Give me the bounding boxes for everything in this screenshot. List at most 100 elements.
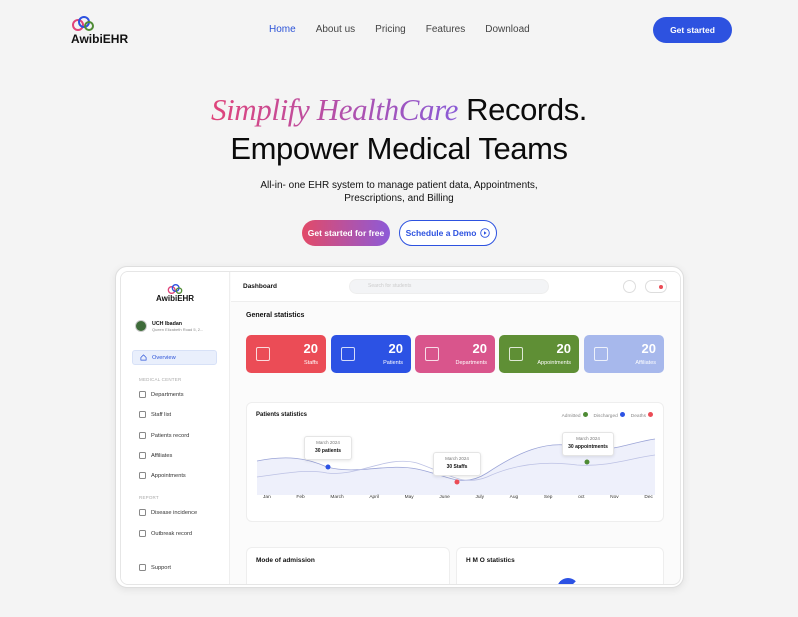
hero-subtitle-line1: All-in- one EHR system to manage patient… [260, 180, 538, 191]
month-label: Nov [610, 495, 619, 500]
stat-label: Staffs [304, 360, 318, 366]
chart-icon [139, 509, 146, 516]
sidebar-item-outbreak-record[interactable]: Outbreak record [132, 526, 217, 541]
get-started-free-button[interactable]: Get started for free [302, 220, 390, 246]
sidebar-item-affiliates[interactable]: Affiliates [132, 448, 217, 463]
sidebar-item-label: Staff list [151, 411, 172, 418]
month-label: May [404, 495, 414, 500]
support-icon [139, 564, 146, 571]
brand-logo[interactable]: AwibiEHR [71, 16, 128, 46]
appointments-icon [139, 472, 146, 479]
nav-link-features[interactable]: Features [426, 24, 465, 35]
month-label: March [330, 495, 344, 500]
nav-link-pricing[interactable]: Pricing [375, 24, 406, 35]
sidebar-item-overview[interactable]: Overview [132, 350, 217, 365]
hero-title-highlight: Simplify HealthCare [210, 92, 458, 127]
section-medical-center: MEDICAL CENTER [139, 377, 182, 382]
month-label: April [369, 495, 379, 500]
stat-value: 20 [556, 341, 571, 356]
schedule-demo-button[interactable]: Schedule a Demo [399, 220, 497, 246]
stat-card-patients[interactable]: 20 Patients [331, 335, 411, 373]
search-input[interactable]: Search for students [349, 279, 549, 294]
sidebar-item-label: Appointments [151, 472, 186, 479]
dashboard-sidebar: AwibiEHR UCH Ibadan Queen Elizabeth Road … [121, 272, 230, 584]
tooltip-date: March 2024 [445, 456, 469, 461]
nav-link-home[interactable]: Home [269, 24, 296, 35]
card-icon [425, 347, 439, 361]
stat-card-affiliates[interactable]: 20 Affiliates [584, 335, 664, 373]
mode-of-admission-title: Mode of admission [256, 557, 315, 564]
stat-card-appointments[interactable]: 20 Appointments [499, 335, 579, 373]
month-label: Sep [543, 495, 553, 500]
patients-icon [139, 432, 146, 439]
sidebar-item-patients-record[interactable]: Patients record [132, 428, 217, 443]
hero-subtitle-line2: Prescriptions, and Billing [344, 192, 454, 204]
sidebar-item-label: Disease incidence [151, 509, 198, 516]
play-icon [480, 228, 491, 238]
month-label: Feb [296, 495, 305, 500]
card-icon [509, 347, 523, 361]
nav-link-about[interactable]: About us [316, 24, 355, 35]
hmo-statistics-panel: H M O statistics [456, 547, 664, 584]
hero-subtitle: All-in- one EHR system to manage patient… [0, 180, 798, 205]
cloud-logo-icon [167, 284, 183, 294]
hero-title-rest: Records. [457, 92, 588, 127]
hmo-statistics-title: H M O statistics [466, 557, 515, 564]
card-icon [341, 347, 355, 361]
x-axis-months: Jan Feb March April May June July Aug Se… [263, 495, 653, 500]
point-deaths[interactable] [454, 479, 460, 485]
dashboard-title: Dashboard [243, 283, 277, 290]
stat-label: Appointments [537, 360, 571, 366]
stat-value: 20 [388, 341, 403, 356]
sidebar-item-departments[interactable]: Departments [132, 387, 217, 402]
chat-icon[interactable] [623, 280, 636, 293]
mode-of-admission-panel: Mode of admission [246, 547, 450, 584]
sidebar-item-label: Patients record [151, 432, 190, 439]
sidebar-item-disease-incidence[interactable]: Disease incidence [132, 505, 217, 520]
stat-card-departments[interactable]: 20 Departments [415, 335, 495, 373]
sidebar-item-staff-list[interactable]: Staff list [132, 407, 217, 422]
hmo-donut-chart [557, 578, 579, 584]
dashboard-window: AwibiEHR UCH Ibadan Queen Elizabeth Road … [120, 271, 681, 585]
stat-value: 20 [472, 341, 487, 356]
point-discharged[interactable] [325, 464, 331, 470]
department-icon [139, 391, 146, 398]
hero-title: Simplify HealthCare Records. [0, 92, 798, 128]
sidebar-item-support[interactable]: Support [132, 560, 217, 575]
sidebar-logo: AwibiEHR [156, 284, 194, 303]
top-nav: AwibiEHR Home About us Pricing Features … [0, 0, 798, 60]
tooltip-staffs: March 2024 30 Staffs [433, 452, 481, 476]
nav-link-download[interactable]: Download [485, 24, 529, 35]
stat-label: Departments [455, 360, 488, 366]
month-label: July [475, 495, 484, 500]
stat-value: 20 [303, 341, 318, 356]
sidebar-item-label: Support [151, 564, 171, 571]
tooltip-appointments: March 2024 30 appointments [562, 432, 614, 456]
notification-bell-icon[interactable] [645, 280, 667, 293]
sidebar-item-label: Affiliates [151, 452, 173, 459]
tooltip-patients: March 2024 30 patients [304, 436, 352, 460]
point-admitted[interactable] [584, 459, 590, 465]
avatar [135, 320, 147, 332]
card-icon [256, 347, 270, 361]
stat-card-staffs[interactable]: 20 Staffs [246, 335, 326, 373]
tooltip-date: March 2024 [316, 440, 340, 445]
schedule-demo-label: Schedule a Demo [405, 228, 477, 238]
home-icon [140, 354, 147, 361]
dashboard-header: Dashboard Search for students [231, 272, 680, 302]
tooltip-value: 30 appointments [568, 444, 608, 450]
org-profile[interactable]: UCH Ibadan Queen Elizabeth Road 5, 2... [135, 320, 203, 332]
sidebar-item-label: Departments [151, 391, 184, 398]
section-report: REPORT [139, 495, 159, 500]
tooltip-value: 30 patients [314, 448, 342, 454]
get-started-button[interactable]: Get started [653, 17, 732, 43]
card-icon [594, 347, 608, 361]
month-label: Jan [263, 495, 271, 500]
stat-value: 20 [641, 341, 656, 356]
nav-links: Home About us Pricing Features Download [269, 24, 530, 35]
brand-name: AwibiEHR [71, 32, 129, 46]
sidebar-brand: AwibiEHR [156, 294, 195, 303]
sidebar-item-appointments[interactable]: Appointments [132, 468, 217, 483]
cloud-logo-icon [72, 16, 94, 31]
sidebar-item-label: Overview [152, 354, 176, 361]
